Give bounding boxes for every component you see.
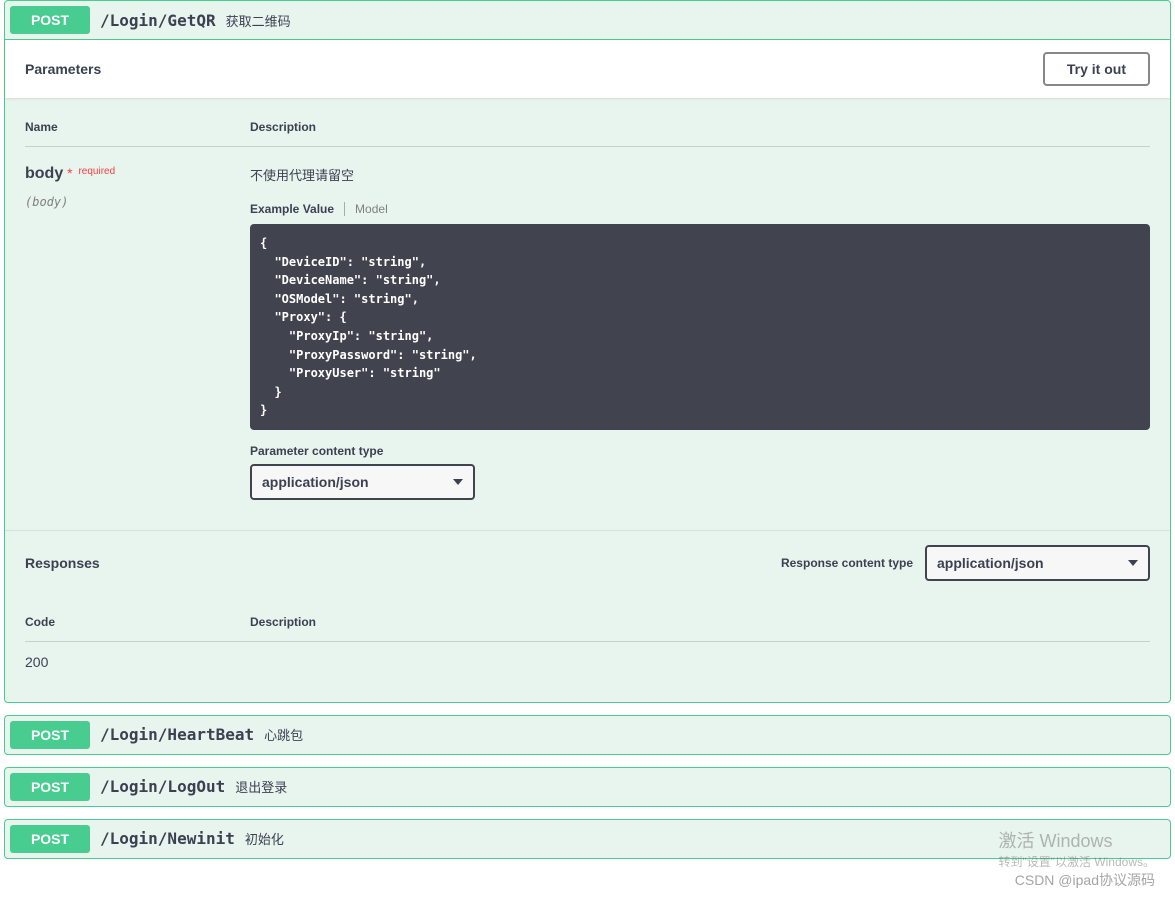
response-content-type-value: application/json xyxy=(937,555,1044,571)
parameters-header: Parameters Try it out xyxy=(5,40,1170,98)
endpoint-path: /Login/LogOut xyxy=(100,777,225,796)
http-method-badge: POST xyxy=(10,825,90,853)
column-header-description: Description xyxy=(250,615,1150,629)
responses-header: Responses Response content type applicat… xyxy=(5,531,1170,595)
response-description xyxy=(250,654,1150,670)
http-method-badge: POST xyxy=(10,773,90,801)
endpoint-body: Parameters Try it out Name Description b… xyxy=(5,39,1170,702)
endpoint-collapsed: POST/Login/LogOut 退出登录 xyxy=(4,767,1171,807)
tab-example-value[interactable]: Example Value xyxy=(250,202,334,216)
parameter-description: 不使用代理请留空 xyxy=(250,165,1150,184)
responses-table-head: Code Description xyxy=(25,603,1150,642)
chevron-down-icon xyxy=(1128,560,1138,566)
response-code: 200 xyxy=(25,654,250,670)
column-header-description: Description xyxy=(250,120,1150,134)
endpoint-summary: 退出登录 xyxy=(235,777,287,796)
responses-section: Responses Response content type applicat… xyxy=(5,530,1170,702)
column-header-name: Name xyxy=(25,120,250,134)
tab-separator xyxy=(344,202,345,216)
parameter-content-type-label: Parameter content type xyxy=(250,444,1150,458)
chevron-down-icon xyxy=(453,479,463,485)
endpoint-path: /Login/HeartBeat xyxy=(100,725,254,744)
responses-heading: Responses xyxy=(25,555,100,571)
endpoint-summary: 获取二维码 xyxy=(226,11,291,30)
parameters-table-head: Name Description xyxy=(25,108,1150,147)
endpoint-summary-row[interactable]: POST/Login/Newinit 初始化 xyxy=(5,820,1170,858)
parameter-content-type-value: application/json xyxy=(262,474,369,490)
endpoint-collapsed: POST/Login/HeartBeat 心跳包 xyxy=(4,715,1171,755)
parameter-row-body: body * required (body) 不使用代理请留空 Example … xyxy=(25,147,1150,500)
parameters-table: Name Description body * required (body) … xyxy=(5,98,1170,530)
endpoint-summary-row[interactable]: POST /Login/GetQR 获取二维码 xyxy=(5,1,1170,39)
try-it-out-button[interactable]: Try it out xyxy=(1043,52,1150,86)
endpoint-getqr: POST /Login/GetQR 获取二维码 Parameters Try i… xyxy=(4,0,1171,703)
endpoint-path: /Login/GetQR xyxy=(100,11,216,30)
required-star: * xyxy=(67,165,72,181)
endpoint-path: /Login/Newinit xyxy=(100,829,235,848)
parameter-content-type-select[interactable]: application/json xyxy=(250,464,475,500)
endpoint-summary: 初始化 xyxy=(245,829,284,848)
parameter-description-cell: 不使用代理请留空 Example Value Model { "DeviceID… xyxy=(250,165,1150,500)
response-content-type-label: Response content type xyxy=(781,556,913,570)
response-row: 200 xyxy=(25,642,1150,682)
http-method-badge: POST xyxy=(10,721,90,749)
endpoint-summary: 心跳包 xyxy=(264,725,303,744)
response-content-type-group: Response content type application/json xyxy=(781,545,1150,581)
http-method-badge: POST xyxy=(10,6,90,34)
parameter-name-cell: body * required (body) xyxy=(25,165,250,209)
response-content-type-select[interactable]: application/json xyxy=(925,545,1150,581)
endpoint-summary-row[interactable]: POST/Login/HeartBeat 心跳包 xyxy=(5,716,1170,754)
parameter-in: (body) xyxy=(25,195,250,209)
endpoint-collapsed: POST/Login/Newinit 初始化 xyxy=(4,819,1171,859)
column-header-code: Code xyxy=(25,615,250,629)
parameters-heading: Parameters xyxy=(25,61,101,77)
parameter-name: body xyxy=(25,165,63,182)
tab-model[interactable]: Model xyxy=(355,202,388,216)
responses-table: Code Description 200 xyxy=(5,595,1170,702)
endpoint-summary-row[interactable]: POST/Login/LogOut 退出登录 xyxy=(5,768,1170,806)
example-value-json[interactable]: { "DeviceID": "string", "DeviceName": "s… xyxy=(250,224,1150,430)
example-model-tabs: Example Value Model xyxy=(250,202,1150,216)
required-label: required xyxy=(76,166,115,177)
csdn-watermark: CSDN @ipad协议源码 xyxy=(1015,870,1155,890)
